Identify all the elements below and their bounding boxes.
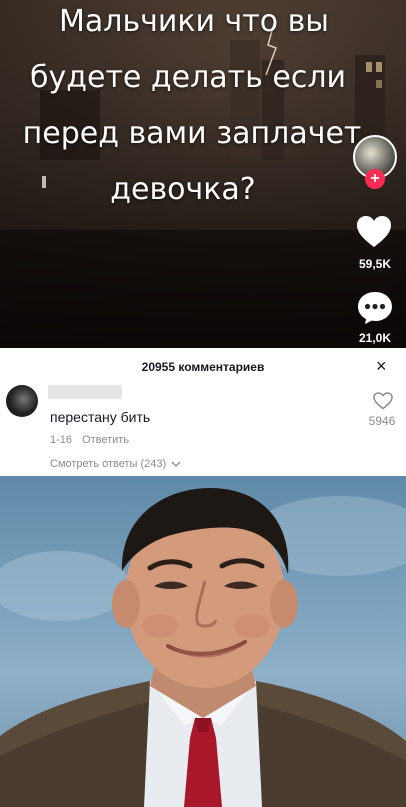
commenter-avatar[interactable]: [6, 385, 38, 417]
heart-icon[interactable]: [356, 215, 392, 249]
caption-line: девочка?: [110, 172, 256, 207]
caption-line: будете делать если: [30, 60, 346, 95]
like-outline-icon[interactable]: [373, 392, 393, 410]
comments-panel: 20955 комментариев × перестану бить 1-16…: [0, 348, 406, 476]
video-caption: Мальчики что вы будете делать если перед…: [0, 0, 406, 218]
video-player[interactable]: Мальчики что вы будете делать если перед…: [0, 0, 406, 348]
comment-meta: 1-16 Ответить: [50, 434, 129, 446]
view-replies-label[interactable]: Смотреть ответы (243): [50, 458, 166, 470]
like-count: 59,5K: [358, 257, 392, 271]
commenter-name-redacted[interactable]: [48, 385, 122, 399]
caption-line: перед вами заплачет: [22, 116, 362, 151]
comments-title: 20955 комментариев: [141, 360, 265, 374]
follow-button[interactable]: +: [365, 169, 385, 189]
close-icon[interactable]: ×: [376, 356, 387, 377]
reaction-photo: [0, 476, 406, 807]
creator-avatar[interactable]: +: [353, 135, 397, 189]
comment-text: перестану бить: [50, 409, 151, 425]
reply-button[interactable]: Ответить: [82, 434, 129, 446]
chevron-down-icon: [171, 461, 181, 468]
comment-like-count: 5946: [368, 414, 396, 428]
view-replies-button[interactable]: Смотреть ответы (243): [50, 458, 181, 470]
comment-date: 1-16: [50, 434, 73, 446]
comment-bubble-icon[interactable]: [356, 290, 394, 326]
reaction-photo-illustration: [0, 488, 406, 807]
caption-line: Мальчики что вы: [59, 4, 329, 39]
comment-count: 21,0K: [358, 331, 392, 345]
